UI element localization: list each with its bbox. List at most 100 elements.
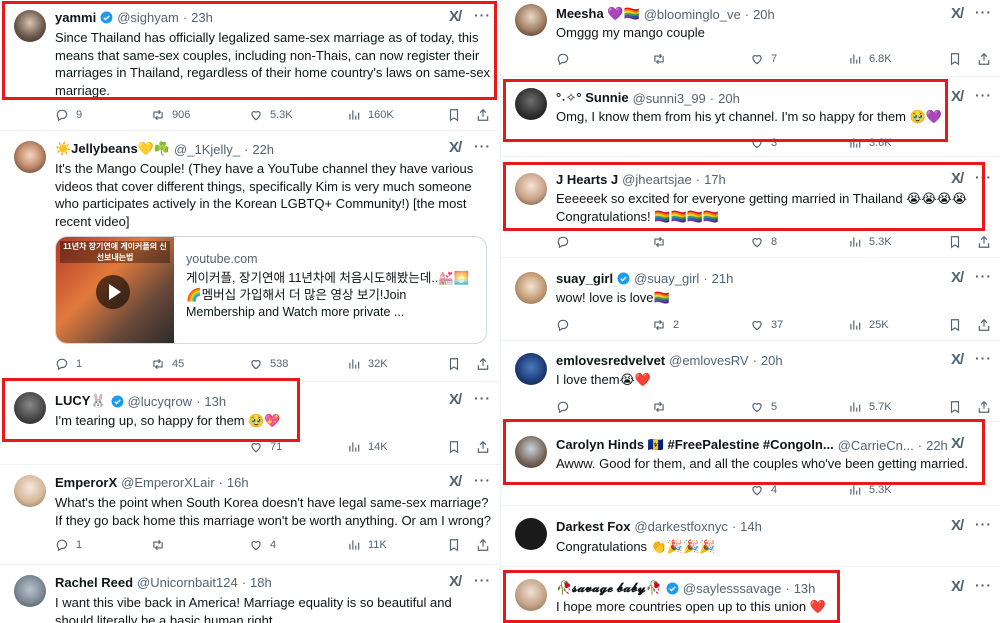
- avatar[interactable]: [515, 518, 547, 550]
- tweet[interactable]: emlovesredvelvet @emlovesRV · 20h X/ ···…: [501, 341, 1000, 421]
- views-button[interactable]: 6.8K: [848, 52, 892, 66]
- author-handle[interactable]: @EmperorXLair: [121, 475, 214, 490]
- avatar[interactable]: [515, 272, 547, 304]
- author-handle[interactable]: @_1Kjelly_: [174, 142, 240, 157]
- like-button[interactable]: 5: [750, 400, 777, 414]
- reply-button[interactable]: 1: [55, 538, 82, 552]
- more-icon[interactable]: ···: [975, 350, 992, 366]
- like-button[interactable]: 538: [249, 357, 288, 371]
- grok-icon[interactable]: X/: [951, 5, 964, 22]
- like-button[interactable]: 5.3K: [249, 108, 293, 122]
- retweet-button[interactable]: [652, 235, 666, 249]
- views-button[interactable]: 5.7K: [848, 400, 892, 414]
- grok-icon[interactable]: X/: [951, 517, 964, 534]
- more-icon[interactable]: ···: [474, 138, 491, 154]
- retweet-button[interactable]: 906: [151, 108, 190, 122]
- grok-icon[interactable]: X/: [951, 88, 964, 105]
- grok-icon[interactable]: X/: [951, 269, 964, 286]
- share-button[interactable]: [476, 440, 490, 454]
- grok-icon[interactable]: X/: [951, 578, 964, 595]
- bookmark-button[interactable]: [948, 318, 962, 332]
- grok-icon[interactable]: X/: [449, 139, 462, 156]
- grok-icon[interactable]: X/: [449, 473, 462, 490]
- share-button[interactable]: [476, 108, 490, 122]
- views-button[interactable]: 11K: [347, 538, 387, 552]
- like-button[interactable]: 37: [750, 318, 783, 332]
- views-button[interactable]: 25K: [848, 318, 889, 332]
- timestamp[interactable]: 18h: [250, 575, 272, 590]
- author-name[interactable]: emlovesredvelvet: [556, 353, 665, 368]
- share-button[interactable]: [476, 357, 490, 371]
- timestamp[interactable]: 14h: [740, 519, 762, 534]
- views-button[interactable]: 14K: [347, 440, 388, 454]
- more-icon[interactable]: ···: [975, 577, 992, 593]
- timestamp[interactable]: 20h: [761, 353, 783, 368]
- bookmark-button[interactable]: [447, 538, 461, 552]
- tweet[interactable]: EmperorX @EmperorXLair · 16h X/ ··· What…: [0, 465, 500, 565]
- reply-button[interactable]: [556, 318, 570, 332]
- more-icon[interactable]: ···: [474, 390, 491, 406]
- reply-button[interactable]: 9: [55, 108, 82, 122]
- author-handle[interactable]: @darkestfoxnyc: [634, 519, 727, 534]
- avatar[interactable]: [14, 475, 46, 507]
- bookmark-button[interactable]: [447, 108, 461, 122]
- tweet[interactable]: ☀️Jellybeans💛☘️ @_1Kjelly_ · 22h X/ ··· …: [0, 131, 500, 381]
- reply-button[interactable]: [556, 400, 570, 414]
- link-card[interactable]: 11년차 장기연애 게이커플의 신선보내는법 youtube.com 게이커플,…: [55, 236, 487, 344]
- like-button[interactable]: 7: [750, 52, 777, 66]
- author-name[interactable]: Darkest Fox: [556, 519, 630, 534]
- grok-icon[interactable]: X/: [449, 391, 462, 408]
- author-name[interactable]: Rachel Reed: [55, 575, 133, 590]
- views-button[interactable]: 32K: [347, 357, 388, 371]
- like-button[interactable]: 71: [249, 440, 282, 454]
- author-handle[interactable]: @Unicornbait124: [137, 575, 238, 590]
- more-icon[interactable]: ···: [975, 516, 992, 532]
- avatar[interactable]: [14, 575, 46, 607]
- reply-button[interactable]: [556, 52, 570, 66]
- share-button[interactable]: [476, 538, 490, 552]
- like-button[interactable]: 8: [750, 235, 777, 249]
- author-handle[interactable]: @bloominglo_ve: [644, 7, 741, 22]
- retweet-button[interactable]: [652, 52, 666, 66]
- reply-button[interactable]: [556, 235, 570, 249]
- tweet[interactable]: Darkest Fox @darkestfoxnyc · 14h X/ ··· …: [501, 506, 1000, 566]
- avatar[interactable]: [515, 4, 547, 36]
- retweet-button[interactable]: 2: [652, 318, 679, 332]
- author-name[interactable]: suay_girl: [556, 271, 613, 286]
- more-icon[interactable]: ···: [474, 472, 491, 488]
- grok-icon[interactable]: X/: [449, 573, 462, 590]
- author-handle[interactable]: @emlovesRV: [669, 353, 748, 368]
- card-thumbnail[interactable]: 11년차 장기연애 게이커플의 신선보내는법: [56, 237, 174, 343]
- bookmark-button[interactable]: [447, 357, 461, 371]
- timestamp[interactable]: 21h: [712, 271, 734, 286]
- like-button[interactable]: 4: [750, 483, 777, 497]
- author-name[interactable]: EmperorX: [55, 475, 117, 490]
- timestamp[interactable]: 16h: [227, 475, 249, 490]
- bookmark-button[interactable]: [948, 235, 962, 249]
- more-icon[interactable]: ···: [975, 87, 992, 103]
- views-button[interactable]: 5.3K: [848, 483, 892, 497]
- retweet-button[interactable]: [652, 400, 666, 414]
- like-button[interactable]: 4: [249, 538, 276, 552]
- avatar[interactable]: [14, 141, 46, 173]
- tweet[interactable]: Rachel Reed @Unicornbait124 · 18h X/ ···…: [0, 565, 500, 623]
- play-icon[interactable]: [96, 275, 130, 309]
- views-button[interactable]: 160K: [347, 108, 394, 122]
- share-button[interactable]: [977, 52, 991, 66]
- more-icon[interactable]: ···: [474, 572, 491, 588]
- share-button[interactable]: [977, 400, 991, 414]
- author-handle[interactable]: @suay_girl: [634, 271, 699, 286]
- tweet[interactable]: suay_girl @suay_girl · 21h X/ ··· wow! l…: [501, 258, 1000, 340]
- bookmark-button[interactable]: [447, 440, 461, 454]
- more-icon[interactable]: ···: [975, 4, 992, 20]
- timestamp[interactable]: 22h: [252, 142, 274, 157]
- reply-button[interactable]: 1: [55, 357, 82, 371]
- retweet-button[interactable]: 45: [151, 357, 184, 371]
- share-button[interactable]: [977, 235, 991, 249]
- views-button[interactable]: 5.3K: [848, 235, 892, 249]
- author-name[interactable]: ☀️Jellybeans💛☘️: [55, 141, 170, 157]
- timestamp[interactable]: 20h: [753, 7, 775, 22]
- grok-icon[interactable]: X/: [951, 351, 964, 368]
- bookmark-button[interactable]: [948, 400, 962, 414]
- author-name[interactable]: Meesha 💜🏳️‍🌈: [556, 6, 640, 22]
